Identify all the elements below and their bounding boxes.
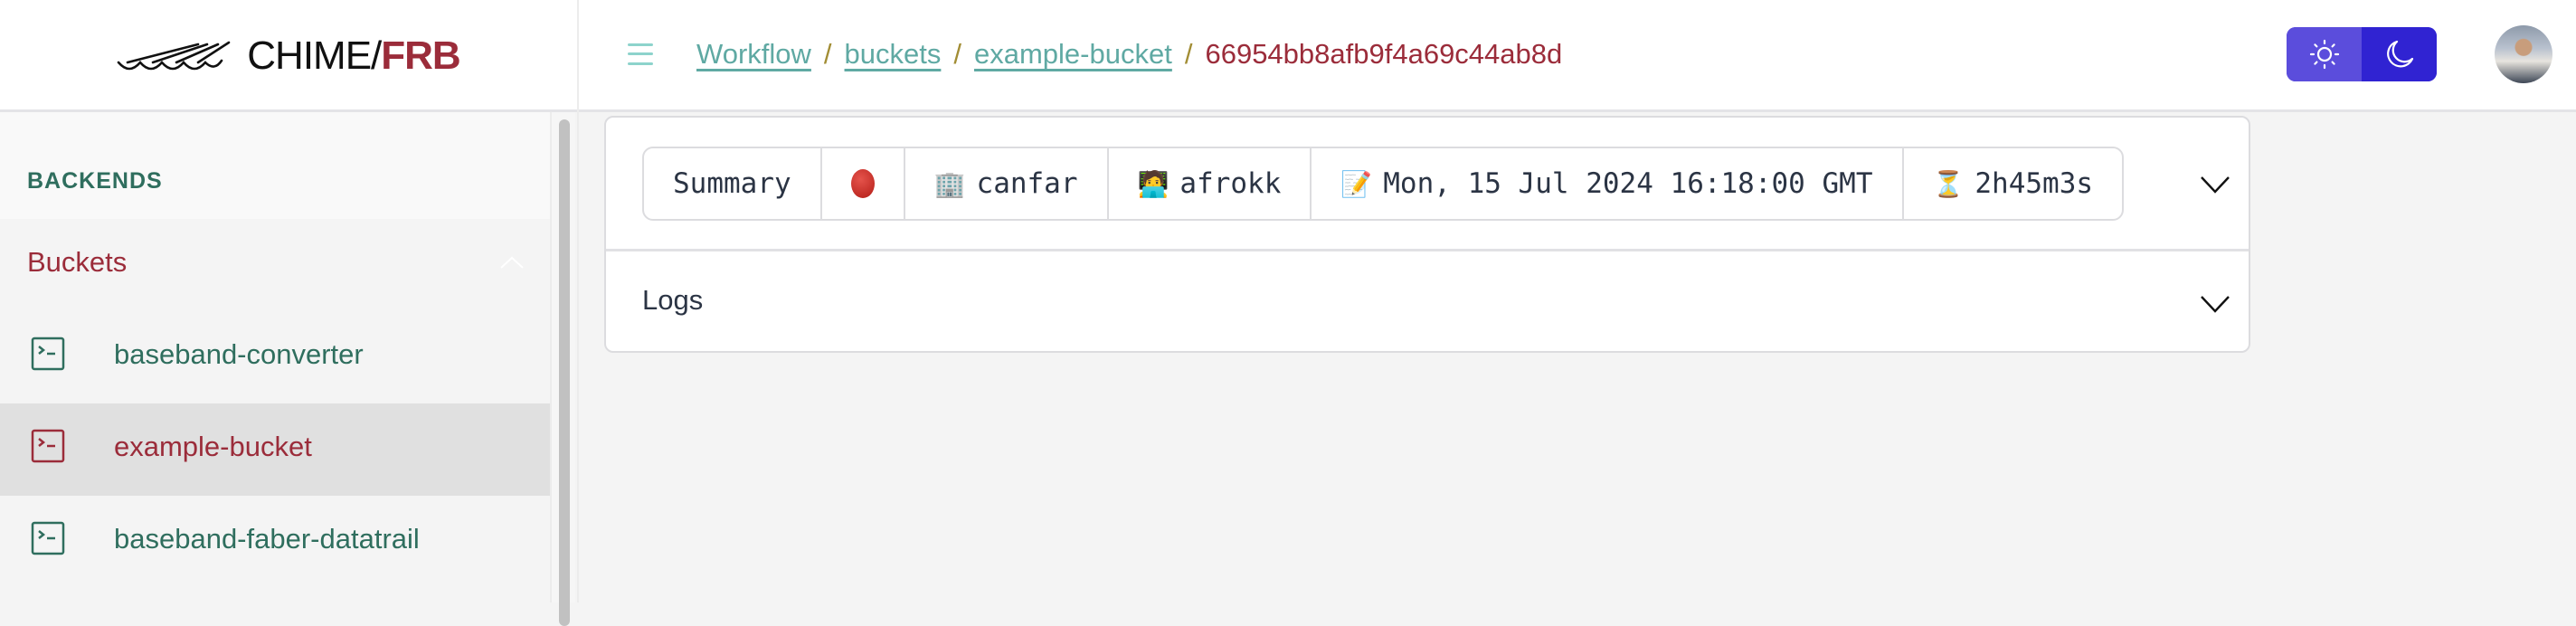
- user-value: afrokk: [1179, 167, 1282, 200]
- breadcrumb-workflow[interactable]: Workflow: [696, 34, 811, 74]
- summary-label: Summary: [673, 167, 791, 200]
- light-mode-button[interactable]: [2287, 27, 2362, 81]
- breadcrumb-separator: /: [823, 38, 832, 70]
- office-building-icon: 🏢: [933, 168, 966, 199]
- workflow-detail-card: Summary 🏢 canfar 🧑‍💻 afrokk 📝 Mon, 15 Ju…: [604, 116, 2250, 353]
- site-pill[interactable]: 🏢 canfar: [905, 148, 1109, 219]
- sidebar-item-label: baseband-converter: [114, 338, 364, 370]
- created-pill[interactable]: 📝 Mon, 15 Jul 2024 16:18:00 GMT: [1312, 148, 1904, 219]
- chevron-down-icon[interactable]: [2200, 295, 2230, 313]
- sidebar-group-buckets[interactable]: Buckets: [0, 219, 550, 311]
- top-header: CHIME/FRB Workflow / buckets / example-b…: [0, 0, 2576, 112]
- logs-label: Logs: [642, 284, 704, 316]
- sidebar-item-example-bucket[interactable]: example-bucket: [0, 403, 550, 496]
- breadcrumb-buckets[interactable]: buckets: [845, 34, 942, 74]
- sidebar-item-baseband-converter[interactable]: baseband-converter: [0, 311, 550, 403]
- status-pill[interactable]: [822, 148, 905, 219]
- user-pill[interactable]: 🧑‍💻 afrokk: [1109, 148, 1312, 219]
- site-value: canfar: [976, 167, 1078, 200]
- red-circle-icon: [850, 169, 875, 198]
- dark-mode-button[interactable]: [2362, 27, 2437, 81]
- theme-toggle: [2287, 27, 2437, 81]
- logs-section[interactable]: Logs: [606, 251, 2249, 351]
- breadcrumb-example-bucket[interactable]: example-bucket: [974, 34, 1172, 74]
- chime-frb-logo[interactable]: CHIME/FRB: [117, 33, 461, 79]
- section-title-backends: BACKENDS: [27, 168, 163, 194]
- chevron-up-icon[interactable]: [499, 255, 525, 270]
- memo-icon: 📝: [1340, 168, 1373, 199]
- duration-pill[interactable]: ⏳ 2h45m3s: [1904, 148, 2123, 219]
- terminal-icon: [31, 337, 65, 371]
- technologist-icon: 🧑‍💻: [1137, 168, 1170, 199]
- scrollbar-thumb[interactable]: [559, 119, 570, 626]
- chevron-down-icon[interactable]: [2200, 175, 2230, 194]
- summary-pills: Summary 🏢 canfar 🧑‍💻 afrokk 📝 Mon, 15 Ju…: [642, 147, 2125, 221]
- terminal-icon: [31, 521, 65, 555]
- breadcrumb-separator: /: [1184, 38, 1193, 70]
- user-avatar[interactable]: [2495, 25, 2552, 83]
- hamburger-menu-icon[interactable]: [628, 40, 660, 67]
- summary-label-pill[interactable]: Summary: [644, 148, 822, 219]
- breadcrumb-current-id: 66954bb8afb9f4a69c44ab8d: [1205, 38, 1563, 70]
- logo-text: CHIME/FRB: [247, 33, 460, 78]
- duration-value: 2h45m3s: [1975, 167, 2094, 200]
- breadcrumb: Workflow / buckets / example-bucket / 66…: [696, 34, 1562, 74]
- created-value: Mon, 15 Jul 2024 16:18:00 GMT: [1383, 167, 1873, 200]
- sidebar-section-header: BACKENDS: [0, 112, 550, 219]
- hourglass-icon: ⏳: [1932, 168, 1965, 199]
- group-label: Buckets: [27, 246, 128, 278]
- logo-area: CHIME/FRB: [0, 0, 579, 112]
- sidebar: BACKENDS Buckets baseband-converter exam…: [0, 112, 579, 626]
- sidebar-item-baseband-faber-datatrail[interactable]: baseband-faber-datatrail: [0, 496, 550, 588]
- sidebar-item-label: baseband-faber-datatrail: [114, 523, 420, 555]
- sidebar-scrollbar[interactable]: [550, 112, 575, 626]
- chime-telescope-logo-icon: [117, 41, 231, 71]
- moon-icon: [2386, 40, 2413, 68]
- terminal-icon: [31, 429, 65, 463]
- breadcrumb-separator: /: [953, 38, 961, 70]
- summary-section[interactable]: Summary 🏢 canfar 🧑‍💻 afrokk 📝 Mon, 15 Ju…: [606, 118, 2249, 251]
- sidebar-item-label: example-bucket: [114, 431, 312, 462]
- sun-icon: [2309, 39, 2339, 70]
